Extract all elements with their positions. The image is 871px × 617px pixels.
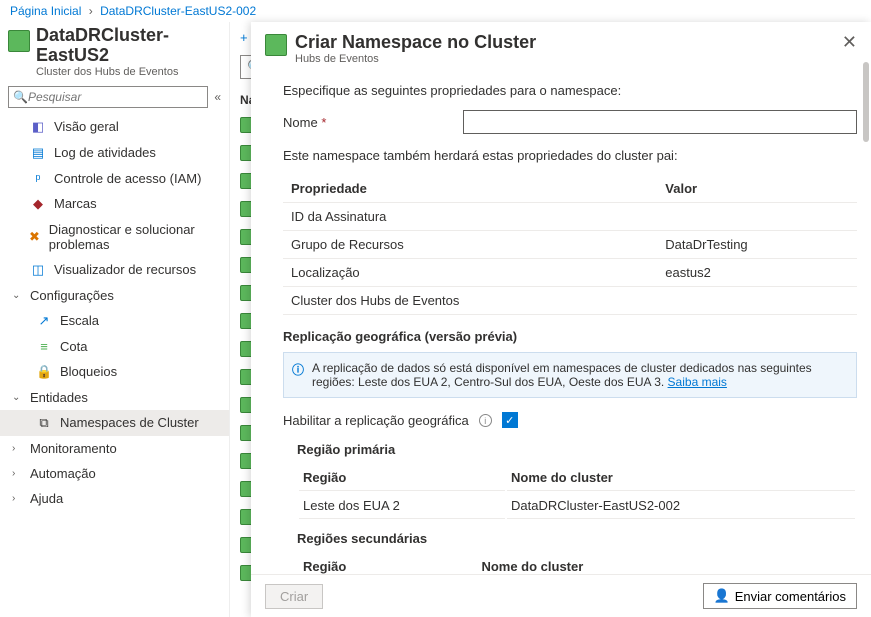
nav-iam[interactable]: ᵖControle de acesso (IAM)	[0, 166, 229, 191]
info-icon: ⓘ	[292, 361, 304, 389]
nav-activity-log[interactable]: ▤Log de atividades	[0, 140, 229, 166]
panel-title: Criar Namespace no Cluster	[295, 32, 536, 53]
enable-geo-checkbox[interactable]: ✓	[502, 412, 518, 428]
page-title: DataDRCluster-EastUS2	[36, 26, 221, 66]
properties-table: PropriedadeValor ID da Assinatura Grupo …	[283, 175, 857, 315]
scale-icon: ↗	[36, 313, 52, 329]
table-row: Leste dos EUA 2DataDRCluster-EastUS2-002	[299, 493, 855, 519]
iam-icon: ᵖ	[30, 171, 46, 186]
diagnose-icon: ✖	[28, 229, 41, 245]
chevron-down-icon: ⌄	[12, 290, 22, 301]
breadcrumb-cluster[interactable]: DataDRCluster-EastUS2-002	[100, 4, 256, 18]
nav-group-monitoring[interactable]: ›Monitoramento	[0, 436, 229, 461]
scrollbar[interactable]	[863, 62, 869, 142]
sidebar: DataDRCluster-EastUS2 Cluster dos Hubs d…	[0, 22, 230, 617]
eventhubs-cluster-icon	[8, 30, 30, 52]
nav-quota[interactable]: ≡Cota	[0, 334, 229, 359]
chevron-right-icon: ›	[12, 493, 22, 504]
info-banner: ⓘ A replicação de dados só está disponív…	[283, 352, 857, 398]
nav-group-settings[interactable]: ⌄Configurações	[0, 283, 229, 308]
lock-icon: 🔒	[36, 364, 52, 380]
close-button[interactable]: ✕	[842, 32, 857, 53]
nav-locks[interactable]: 🔒Bloqueios	[0, 359, 229, 385]
inherit-text: Este namespace também herdará estas prop…	[283, 148, 857, 163]
namespaces-icon: ⧉	[36, 415, 52, 431]
breadcrumb-home[interactable]: Página Inicial	[10, 4, 81, 18]
primary-region-header: Região primária	[297, 442, 857, 457]
eventhubs-cluster-icon	[265, 34, 287, 56]
sidebar-search[interactable]: 🔍	[8, 86, 208, 108]
chevron-down-icon: ⌄	[12, 392, 22, 403]
primary-region-table: RegiãoNome do cluster Leste dos EUA 2Dat…	[297, 463, 857, 521]
collapse-menu-button[interactable]: «	[214, 90, 221, 104]
nav-scale[interactable]: ↗Escala	[0, 308, 229, 334]
nav-group-entities[interactable]: ⌄Entidades	[0, 385, 229, 410]
create-button[interactable]: Criar	[265, 584, 323, 609]
nav-group-automation[interactable]: ›Automação	[0, 461, 229, 486]
chevron-right-icon: ›	[12, 443, 22, 454]
table-row: Cluster dos Hubs de Eventos	[283, 287, 857, 315]
intro-text: Especifique as seguintes propriedades pa…	[283, 83, 857, 98]
secondary-region-header: Regiões secundárias	[297, 531, 857, 546]
geo-replication-header: Replicação geográfica (versão prévia)	[283, 329, 857, 344]
nav-cluster-namespaces[interactable]: ⧉Namespaces de Cluster	[0, 410, 229, 436]
plus-icon: +	[240, 30, 248, 45]
create-namespace-panel: Criar Namespace no Cluster Hubs de Event…	[251, 22, 871, 617]
feedback-icon: 👤	[714, 588, 730, 604]
enable-geo-label: Habilitar a replicação geográfica	[283, 413, 469, 428]
tags-icon: ◆	[30, 196, 46, 212]
name-input[interactable]	[463, 110, 857, 134]
quota-icon: ≡	[36, 339, 52, 354]
nav-diagnose[interactable]: ✖Diagnosticar e solucionar problemas	[0, 217, 229, 257]
sidebar-search-input[interactable]	[28, 90, 203, 104]
name-label: Nome *	[283, 115, 463, 130]
send-feedback-button[interactable]: 👤 Enviar comentários	[703, 583, 857, 609]
chevron-right-icon: ›	[12, 468, 22, 479]
learn-more-link[interactable]: Saiba mais	[668, 375, 727, 389]
activity-log-icon: ▤	[30, 145, 46, 161]
nav-group-help[interactable]: ›Ajuda	[0, 486, 229, 511]
search-icon: 🔍	[13, 90, 28, 104]
nav-tags[interactable]: ◆Marcas	[0, 191, 229, 217]
secondary-region-table: RegiãoNome do cluster	[297, 552, 857, 574]
table-row: Grupo de RecursosDataDrTesting	[283, 231, 857, 259]
page-subtitle: Cluster dos Hubs de Eventos	[36, 66, 221, 78]
info-icon[interactable]: i	[479, 414, 492, 427]
table-row: ID da Assinatura	[283, 203, 857, 231]
breadcrumb: Página Inicial › DataDRCluster-EastUS2-0…	[0, 0, 871, 22]
panel-subtitle: Hubs de Eventos	[295, 53, 536, 65]
overview-icon: ◧	[30, 119, 46, 135]
table-row: Localizaçãoeastus2	[283, 259, 857, 287]
nav-overview[interactable]: ◧Visão geral	[0, 114, 229, 140]
resource-viewer-icon: ◫	[30, 262, 46, 278]
nav-resource-viewer[interactable]: ◫Visualizador de recursos	[0, 257, 229, 283]
